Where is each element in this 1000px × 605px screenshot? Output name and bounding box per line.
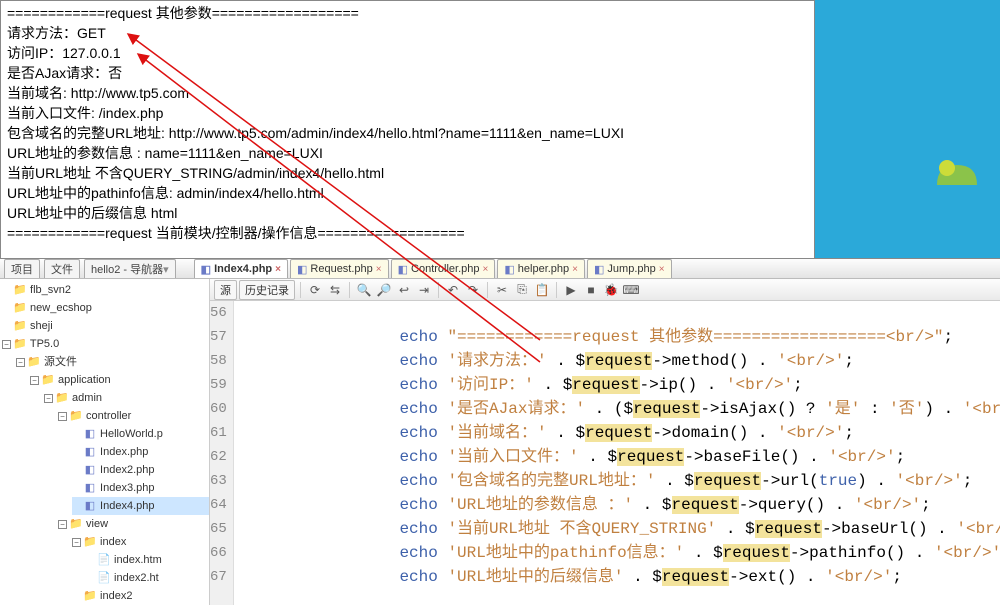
output-line: 请求方法：GET: [7, 23, 808, 43]
redo-icon[interactable]: ↷: [464, 281, 482, 299]
refresh-icon[interactable]: ⟳: [306, 281, 324, 299]
tree-node[interactable]: 📄 index2.ht: [86, 569, 209, 587]
code-line[interactable]: echo '是否AJax请求：' . ($request->isAjax() ?…: [246, 397, 1000, 421]
project-tab[interactable]: hello2 - 导航器 ▾: [84, 259, 176, 278]
source-button[interactable]: 源: [214, 280, 237, 300]
file-tab[interactable]: ◧ Request.php ×: [290, 259, 389, 278]
output-line: URL地址的参数信息 : name=1111&en_name=LUXI: [7, 143, 808, 163]
editor-area: 源 历史记录 ⟳ ⇆ 🔍 🔎 ↩ ⇥ ↶ ↷ ✂ ⎘ 📋 ▶ ■: [210, 279, 1000, 605]
tree-node[interactable]: −📁 源文件: [16, 353, 209, 371]
tree-node[interactable]: 📁 sheji: [2, 317, 209, 335]
ide-tab-bar: 项目文件hello2 - 导航器 ▾ ◧ Index4.php ×◧ Reque…: [0, 259, 1000, 279]
tree-node[interactable]: −📁 application: [30, 371, 209, 389]
code-line[interactable]: [246, 301, 1000, 325]
output-line: ============request 当前模块/控制器/操作信息=======…: [7, 223, 808, 243]
output-line: ============request 其他参数================…: [7, 3, 808, 23]
tree-node[interactable]: 📁 new_ecshop: [2, 299, 209, 317]
tree-node[interactable]: 📁 flb_svn2: [2, 281, 209, 299]
code-line[interactable]: echo '访问IP：' . $request->ip() . '<br/>';: [246, 373, 1000, 397]
file-tab[interactable]: ◧ helper.php ×: [497, 259, 585, 278]
tree-node[interactable]: ◧ Index3.php: [72, 479, 209, 497]
code-line[interactable]: echo 'URL地址的参数信息 ：' . $request->query() …: [246, 493, 1000, 517]
code-line[interactable]: echo '当前URL地址 不含QUERY_STRING' . $request…: [246, 517, 1000, 541]
browser-output-panel: ============request 其他参数================…: [0, 0, 815, 258]
tree-node[interactable]: −📁 controller: [58, 407, 209, 425]
tree-node[interactable]: −📁 index: [72, 533, 209, 551]
code-line[interactable]: echo 'URL地址中的pathinfo信息：' . $request->pa…: [246, 541, 1000, 565]
code-line[interactable]: echo '包含域名的完整URL地址：' . $request->url(tru…: [246, 469, 1000, 493]
close-icon[interactable]: ×: [572, 264, 578, 275]
tree-node[interactable]: 📄 index.htm: [86, 551, 209, 569]
tree-node[interactable]: −📁 view: [58, 515, 209, 533]
code-line[interactable]: echo '当前入口文件：' . $request->baseFile() . …: [246, 445, 1000, 469]
code-line[interactable]: echo 'URL地址中的后缀信息' . $request->ext() . '…: [246, 565, 1000, 589]
output-line: URL地址中的pathinfo信息: admin/index4/hello.ht…: [7, 183, 808, 203]
close-icon[interactable]: ×: [659, 264, 665, 275]
terminal-icon[interactable]: ⌨: [622, 281, 640, 299]
zoom-out-icon[interactable]: 🔍: [355, 281, 373, 299]
tree-node[interactable]: −📁 TP5.0: [2, 335, 209, 353]
debug-icon[interactable]: 🐞: [602, 281, 620, 299]
output-line: 当前入口文件: /index.php: [7, 103, 808, 123]
cut-icon[interactable]: ✂: [493, 281, 511, 299]
indent-icon[interactable]: ⇥: [415, 281, 433, 299]
code-content[interactable]: echo "============request 其他参数==========…: [234, 301, 1000, 605]
file-tree-panel[interactable]: 📁 flb_svn2📁 new_ecshop📁 sheji−📁 TP5.0−📁 …: [0, 279, 210, 605]
project-tab[interactable]: 文件: [44, 259, 80, 278]
close-icon[interactable]: ×: [376, 264, 382, 275]
paste-icon[interactable]: 📋: [533, 281, 551, 299]
tree-node[interactable]: 📁 index2: [72, 587, 209, 605]
editor-toolbar: 源 历史记录 ⟳ ⇆ 🔍 🔎 ↩ ⇥ ↶ ↷ ✂ ⎘ 📋 ▶ ■: [210, 279, 1000, 301]
close-icon[interactable]: ×: [483, 264, 489, 275]
code-line[interactable]: echo '请求方法：' . $request->method() . '<br…: [246, 349, 1000, 373]
output-line: 包含域名的完整URL地址: http://www.tp5.com/admin/i…: [7, 123, 808, 143]
sync-icon[interactable]: ⇆: [326, 281, 344, 299]
run-icon[interactable]: ▶: [562, 281, 580, 299]
file-tab[interactable]: ◧ Controller.php ×: [391, 259, 496, 278]
output-line: 当前URL地址 不含QUERY_STRING/admin/index4/hell…: [7, 163, 808, 183]
tree-node[interactable]: ◧ Index2.php: [72, 461, 209, 479]
code-line[interactable]: echo "============request 其他参数==========…: [246, 325, 1000, 349]
desktop-decoration-icon: [932, 150, 982, 190]
project-tab[interactable]: 项目: [4, 259, 40, 278]
close-icon[interactable]: ×: [275, 264, 281, 275]
tree-node[interactable]: ◧ Index4.php: [72, 497, 209, 515]
line-gutter: 565758596061626364656667: [210, 301, 234, 605]
code-editor[interactable]: 565758596061626364656667 echo "=========…: [210, 301, 1000, 605]
zoom-in-icon[interactable]: 🔎: [375, 281, 393, 299]
copy-icon[interactable]: ⎘: [513, 281, 531, 299]
code-line[interactable]: echo '当前域名：' . $request->domain() . '<br…: [246, 421, 1000, 445]
file-tab[interactable]: ◧ Jump.php ×: [587, 259, 672, 278]
stop-icon[interactable]: ■: [582, 281, 600, 299]
tree-node[interactable]: ◧ HelloWorld.p: [72, 425, 209, 443]
output-line: 当前域名: http://www.tp5.com: [7, 83, 808, 103]
tree-node[interactable]: −📁 admin: [44, 389, 209, 407]
file-tab[interactable]: ◧ Index4.php ×: [194, 259, 288, 278]
wrap-icon[interactable]: ↩: [395, 281, 413, 299]
history-button[interactable]: 历史记录: [239, 280, 295, 300]
output-line: 是否AJax请求：否: [7, 63, 808, 83]
undo-icon[interactable]: ↶: [444, 281, 462, 299]
output-line: 访问IP：127.0.0.1: [7, 43, 808, 63]
ide-window: 项目文件hello2 - 导航器 ▾ ◧ Index4.php ×◧ Reque…: [0, 258, 1000, 605]
output-line: URL地址中的后缀信息 html: [7, 203, 808, 223]
tree-node[interactable]: ◧ Index.php: [72, 443, 209, 461]
